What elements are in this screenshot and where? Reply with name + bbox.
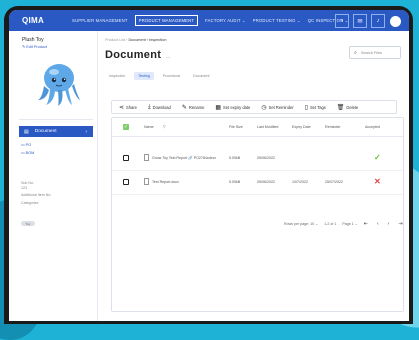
file-name[interactable]: Gnow Toy Test Report 🔗 PO2784cdxxx bbox=[152, 156, 216, 160]
page-title: Document bbox=[105, 49, 162, 61]
app-screen: QIMA SUPPLIER MANAGEMENT PRODUCT MANAGEM… bbox=[9, 10, 409, 321]
nav-supplier-management[interactable]: SUPPLIER MANAGEMENT bbox=[72, 18, 128, 23]
page-select[interactable]: Page 1 ⌄ bbox=[342, 222, 357, 226]
row-checkbox[interactable] bbox=[123, 155, 129, 161]
category-tag: Toy bbox=[21, 221, 35, 226]
breadcrumb-current: Document › Inspection bbox=[128, 38, 167, 42]
pencil-icon: ✎ bbox=[181, 104, 187, 111]
edit-product-link[interactable]: ✎ Edit Product bbox=[22, 44, 47, 49]
tab-document[interactable]: Document bbox=[189, 72, 213, 80]
file-name[interactable]: Test Report.docx bbox=[152, 180, 179, 184]
sidebar-item-label: Document bbox=[34, 129, 57, 134]
column-header-reminder[interactable]: Reminder bbox=[325, 125, 341, 129]
sidebar-item-document[interactable]: ▤ Document › bbox=[19, 126, 93, 137]
last-modified: 09/06/2022 bbox=[257, 180, 275, 184]
trash-icon: 🗑 bbox=[336, 104, 345, 111]
reminder: 25/07/2022 bbox=[325, 180, 343, 184]
info-label: Categories bbox=[21, 201, 39, 205]
tab-inspection[interactable]: Inspection bbox=[105, 72, 129, 80]
page-range: 1-2 of 1 bbox=[324, 222, 337, 226]
nav-product-management[interactable]: PRODUCT MANAGEMENT bbox=[134, 15, 199, 26]
sidebar-item-po[interactable]: ▭ PO bbox=[21, 142, 31, 147]
filter-icon[interactable]: ▽ bbox=[163, 125, 166, 129]
product-image bbox=[38, 64, 80, 106]
set-tags-button[interactable]: ▯ Set Tags bbox=[305, 104, 326, 111]
table-row[interactable]: Test Report.docx 5.09kB 09/06/2022 1/07/… bbox=[112, 170, 403, 195]
toolbar: ⋖ Share ⤓ Download ✎ Rename ▦ Set expiry dat… bbox=[111, 100, 397, 114]
chevron-right-icon: › bbox=[85, 128, 87, 135]
row-checkbox[interactable] bbox=[123, 179, 129, 185]
clock-icon: ◷ bbox=[261, 104, 267, 111]
more-icon[interactable]: ... bbox=[166, 54, 170, 60]
download-icon: ⤓ bbox=[147, 103, 151, 110]
avatar[interactable] bbox=[390, 15, 401, 27]
info-value: 123 bbox=[21, 186, 27, 190]
search-input[interactable]: ⌕ Search Files bbox=[349, 46, 401, 59]
last-modified: 09/06/2022 bbox=[257, 156, 275, 160]
column-header-name[interactable]: Name bbox=[144, 125, 154, 129]
tag-icon: ▯ bbox=[304, 104, 308, 111]
table-header: ✓ Name ▽ File Size Last Modified Expiry … bbox=[112, 118, 403, 137]
file-size: 5.09kB bbox=[229, 180, 241, 184]
check-icon: ✓ bbox=[374, 153, 381, 162]
tab-procedural[interactable]: Procedural bbox=[159, 72, 184, 80]
chevron-right-icon[interactable]: › bbox=[335, 14, 349, 28]
column-header-accepted[interactable]: Accepted bbox=[365, 125, 380, 129]
column-header-expiry-date[interactable]: Expiry Date bbox=[292, 125, 311, 129]
info-label: Additional Item No. bbox=[21, 193, 52, 197]
download-button[interactable]: ⤓ Download bbox=[148, 104, 171, 111]
prev-page-icon[interactable]: ‹ bbox=[377, 221, 379, 227]
calendar-icon: ▦ bbox=[215, 104, 222, 111]
nav-product-testing[interactable]: PRODUCT TESTING ⌄ bbox=[253, 18, 301, 23]
info-label: Sub No. bbox=[21, 181, 34, 185]
sidebar-item-bom[interactable]: ▭ BOM bbox=[21, 150, 34, 155]
expiry-date: 1/07/2022 bbox=[292, 180, 308, 184]
nav-actions: › ✉ ♪ bbox=[331, 14, 401, 28]
breadcrumb-link[interactable]: Product List › bbox=[105, 38, 128, 42]
sidebar-divider bbox=[19, 119, 93, 120]
close-icon: ✕ bbox=[374, 177, 381, 186]
share-button[interactable]: ⋖ Share bbox=[119, 104, 137, 111]
last-page-icon[interactable]: ⇥ bbox=[398, 221, 402, 227]
rename-button[interactable]: ✎ Rename bbox=[182, 104, 205, 111]
tabs: Inspection Testing Procedural Document bbox=[105, 72, 219, 80]
pagination: Rows per page: 10 ⌄ 1-2 of 1 Page 1 ⌄ ⇤ … bbox=[284, 221, 409, 227]
mail-icon[interactable]: ✉ bbox=[353, 14, 367, 28]
nav-factory-audit[interactable]: FACTORY AUDIT ⌄ bbox=[205, 18, 246, 23]
breadcrumb: Product List › Document › Inspection bbox=[105, 38, 166, 42]
select-all-checkbox[interactable]: ✓ bbox=[123, 124, 129, 130]
product-name: Plush Toy bbox=[22, 37, 44, 43]
file-size: 5.09kB bbox=[229, 156, 241, 160]
file-icon bbox=[144, 178, 149, 185]
delete-button[interactable]: 🗑 Delete bbox=[337, 104, 358, 111]
document-icon: ▤ bbox=[24, 128, 29, 135]
table-row[interactable]: Gnow Toy Test Report 🔗 PO2784cdxxx 5.09k… bbox=[112, 146, 403, 171]
set-expiry-date-button[interactable]: ▦ Set expiry date bbox=[215, 104, 250, 111]
column-header-file-size[interactable]: File Size bbox=[229, 125, 243, 129]
share-icon: ⋖ bbox=[119, 104, 125, 111]
logo[interactable]: QIMA bbox=[22, 16, 72, 25]
first-page-icon[interactable]: ⇤ bbox=[364, 221, 368, 227]
search-icon: ⌕ bbox=[354, 49, 357, 56]
file-table: ✓ Name ▽ File Size Last Modified Expiry … bbox=[111, 117, 404, 312]
file-icon bbox=[144, 154, 149, 161]
column-header-last-modified[interactable]: Last Modified bbox=[257, 125, 278, 129]
tab-testing[interactable]: Testing bbox=[134, 72, 154, 80]
search-placeholder: Search Files bbox=[360, 50, 382, 55]
bell-icon[interactable]: ♪ bbox=[371, 14, 385, 28]
next-page-icon[interactable]: › bbox=[388, 221, 390, 227]
sidebar: Plush Toy ✎ Edit Product ▤ Document › ▭ … bbox=[9, 31, 98, 321]
top-navigation: QIMA SUPPLIER MANAGEMENT PRODUCT MANAGEM… bbox=[9, 10, 409, 31]
rows-per-page-select[interactable]: Rows per page: 10 ⌄ bbox=[284, 222, 318, 226]
set-reminder-button[interactable]: ◷ Set Reminder bbox=[261, 104, 293, 111]
